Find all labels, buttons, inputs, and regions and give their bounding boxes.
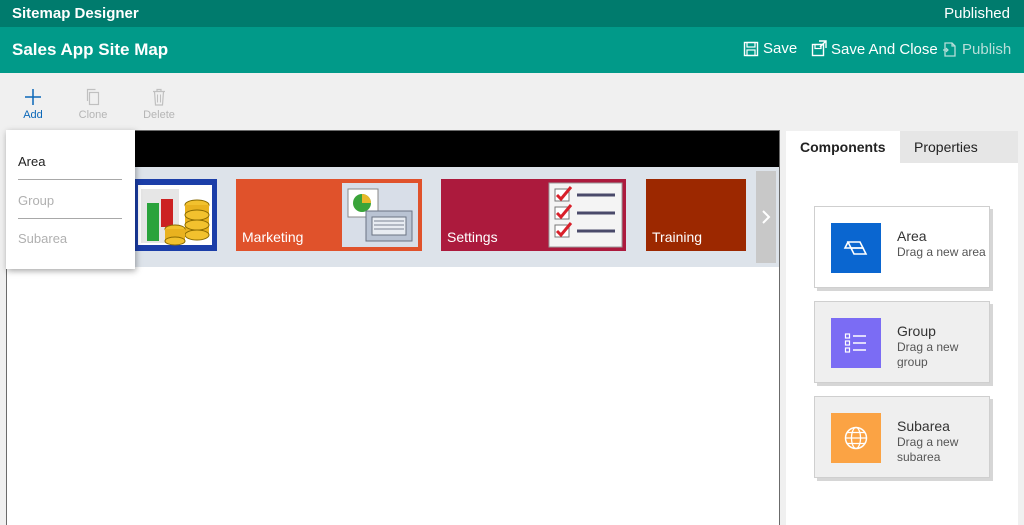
area-tile-label: Training: [652, 229, 703, 245]
add-button[interactable]: Add: [8, 87, 58, 121]
add-menu-item-group[interactable]: Group: [18, 193, 122, 219]
area-tile[interactable]: [135, 179, 217, 251]
app-title: Sitemap Designer: [12, 5, 139, 22]
add-menu-item-subarea[interactable]: Subarea: [18, 231, 122, 256]
checklist-icon: [547, 181, 624, 249]
sitemap-header: Sales App Site Map Save Save And Close P…: [0, 27, 1024, 73]
tab-label: Components: [800, 139, 886, 155]
publish-label: Publish: [962, 40, 1012, 58]
save-and-close-button[interactable]: Save And Close: [809, 40, 938, 58]
top-bar: Sitemap Designer Published: [0, 0, 1024, 27]
menu-item-label: Group: [18, 193, 55, 208]
add-menu: Area Group Subarea: [6, 130, 135, 269]
area-tile-marketing[interactable]: Marketing: [236, 179, 422, 251]
menu-item-label: Area: [18, 154, 46, 169]
group-list-icon: [831, 318, 881, 368]
publish-icon: [943, 42, 956, 57]
scroll-right-button[interactable]: [756, 171, 776, 263]
add-label: Add: [23, 109, 43, 121]
delete-label: Delete: [143, 109, 175, 121]
chevron-right-icon: [762, 210, 771, 224]
toolbar: Add Clone Delete: [0, 73, 1024, 129]
publish-status: Published: [944, 5, 1010, 22]
panel-tabs: Components Properties: [786, 131, 1018, 163]
component-title: Group: [897, 323, 936, 339]
page-title: Sales App Site Map: [12, 40, 169, 59]
publish-button[interactable]: Publish: [942, 40, 1011, 58]
trash-icon: [153, 88, 165, 106]
save-and-close-icon: [811, 40, 827, 57]
right-panel: Components Properties Area Drag a new ar…: [786, 131, 1018, 525]
area-tile-settings[interactable]: Settings: [441, 179, 626, 251]
clone-icon: [86, 88, 100, 106]
area-tile-training[interactable]: Training: [646, 179, 746, 251]
clone-button[interactable]: Clone: [68, 87, 118, 121]
save-and-close-label: Save And Close: [831, 40, 938, 58]
save-button[interactable]: Save: [743, 40, 797, 57]
component-title: Area: [897, 228, 927, 244]
component-description: Drag a new subarea: [897, 435, 959, 463]
component-description: Drag a new group: [897, 340, 959, 368]
globe-icon: [831, 413, 881, 463]
area-icon: [831, 223, 881, 273]
tab-label: Properties: [914, 139, 978, 155]
component-subarea[interactable]: Subarea Drag a new subarea: [814, 396, 990, 478]
area-tile-label: Settings: [447, 229, 498, 245]
database-icon: [135, 179, 217, 251]
component-group[interactable]: Group Drag a new group: [814, 301, 990, 383]
delete-button[interactable]: Delete: [134, 87, 184, 121]
component-area[interactable]: Area Drag a new area: [814, 206, 990, 288]
marketing-icon: [340, 181, 420, 249]
menu-item-label: Subarea: [18, 231, 68, 246]
save-icon: [743, 41, 759, 56]
component-title: Subarea: [897, 418, 950, 434]
save-label: Save: [763, 40, 798, 57]
plus-icon: [25, 89, 41, 105]
add-menu-item-area[interactable]: Area: [18, 154, 122, 180]
area-tile-label: Marketing: [242, 229, 304, 245]
tab-components[interactable]: Components: [786, 131, 900, 163]
clone-label: Clone: [78, 109, 108, 121]
tab-properties[interactable]: Properties: [900, 131, 1018, 163]
component-description: Drag a new area: [897, 245, 986, 259]
